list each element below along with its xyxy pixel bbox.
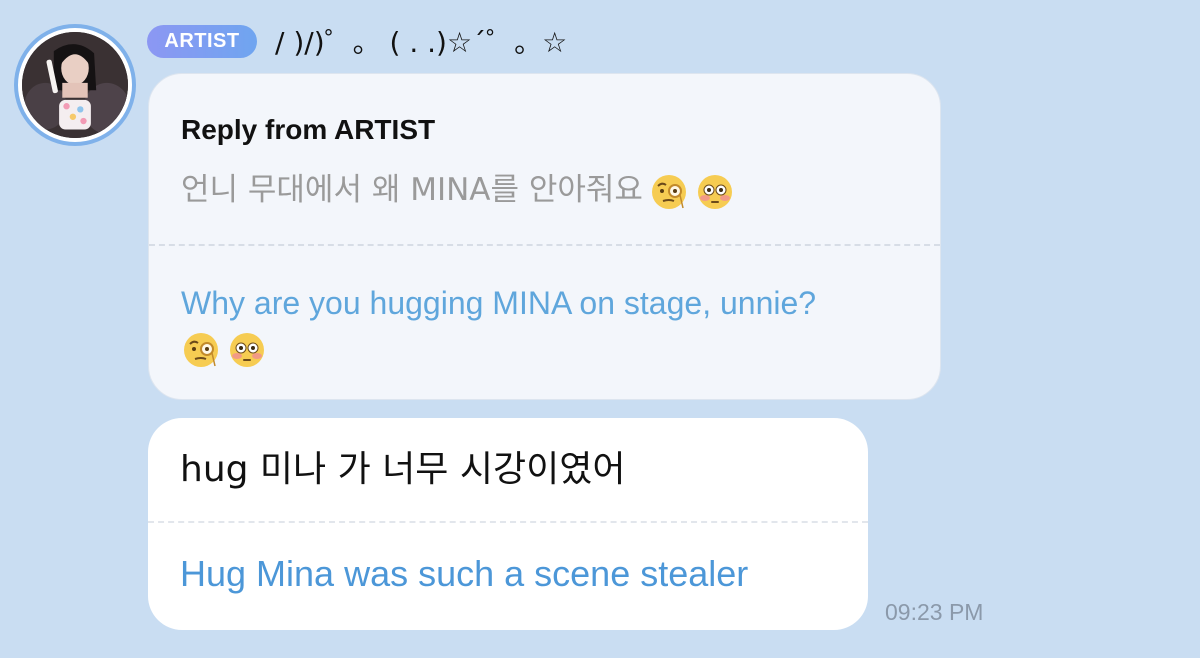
avatar[interactable] [14, 24, 136, 146]
flushed-face-icon [227, 330, 267, 370]
reply-original-label: 언니 무대에서 왜 MINA를 안아줘요 [181, 172, 643, 208]
reply-title: Reply from ARTIST [181, 114, 436, 145]
monocle-face-icon [649, 172, 689, 212]
message-timestamp: 09:23 PM [885, 599, 984, 625]
reply-translated-label: Why are you hugging MINA on stage, unnie… [181, 285, 817, 321]
flushed-face-icon [695, 172, 735, 212]
reply-quote-bubble[interactable]: Reply from ARTIST 언니 무대에서 왜 MINA를 안아줘요 W… [148, 73, 941, 400]
message-divider [148, 521, 868, 523]
reply-original-text: 언니 무대에서 왜 MINA를 안아줘요 [181, 170, 735, 212]
reply-translated-text: Why are you hugging MINA on stage, unnie… [181, 281, 921, 370]
reply-divider [149, 244, 940, 246]
message-translated-text: Hug Mina was such a scene stealer [180, 553, 749, 594]
sender-name: / )/)゜。 ( . .)☆´゜。☆ [275, 26, 568, 59]
artist-badge: ARTIST [147, 25, 257, 58]
artist-profile-photo-icon [18, 28, 132, 142]
message-bubble[interactable]: hug 미나 가 너무 시강이였어 Hug Mina was such a sc… [148, 418, 868, 630]
monocle-face-icon [181, 330, 221, 370]
message-original-text: hug 미나 가 너무 시강이였어 [180, 449, 626, 490]
